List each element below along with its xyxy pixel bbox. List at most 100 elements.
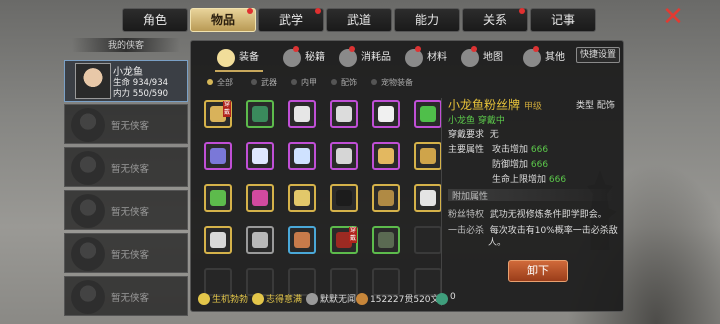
hero-slot-empty[interactable]: 暂无侠客 (64, 190, 188, 230)
hero-slot-empty[interactable]: 暂无侠客 (64, 147, 188, 187)
tab-relations[interactable]: 关系 (462, 8, 528, 32)
inventory-slot-empty[interactable] (414, 226, 442, 254)
hero-slot-empty[interactable]: 暂无侠客 (64, 104, 188, 144)
tab-abilities[interactable]: 能力 (394, 8, 460, 32)
inventory-item[interactable] (330, 142, 358, 170)
category-manuals[interactable]: 秘籍 (281, 46, 325, 68)
coin-icon (356, 293, 368, 305)
category-other[interactable]: 其他 (521, 46, 565, 68)
gourd-icon (420, 190, 436, 206)
special-text: 每次攻击有10%概率一击必杀敌 (489, 226, 618, 236)
inventory-item[interactable] (330, 184, 358, 212)
category-label: 地图 (483, 52, 503, 63)
inventory-item[interactable] (204, 184, 232, 212)
empty-avatar-icon (71, 237, 105, 271)
category-label: 装备 (239, 52, 259, 63)
tab-label: 关系 (482, 13, 507, 27)
type-value: 配饰 (596, 101, 615, 111)
inventory-item[interactable] (288, 142, 316, 170)
category-equipment[interactable]: 装备 (215, 48, 263, 72)
quick-settings-button[interactable]: 快捷设置 (576, 47, 620, 63)
inventory-item[interactable] (372, 226, 400, 254)
special-label: 一击必杀 (448, 226, 485, 236)
tab-label: 记事 (550, 13, 575, 27)
filter-accessory[interactable]: 配饰 (331, 77, 357, 88)
inventory-item[interactable] (288, 226, 316, 254)
category-label: 其他 (545, 52, 565, 63)
inventory-item[interactable] (414, 142, 442, 170)
filter-weapon[interactable]: 武器 (251, 77, 277, 88)
tab-label: 角色 (142, 13, 167, 27)
item-name: 小龙鱼粉丝牌 (448, 98, 521, 112)
close-icon[interactable]: ✕ (660, 4, 686, 30)
inventory-item[interactable] (372, 184, 400, 212)
extra-attr-header: 附加属性 (448, 189, 616, 202)
map-icon (461, 49, 479, 67)
manual-icon (283, 49, 301, 67)
orb-icon (210, 148, 226, 164)
inventory-item[interactable] (246, 184, 274, 212)
inventory-item[interactable] (204, 226, 232, 254)
category-materials[interactable]: 材料 (403, 46, 447, 68)
mood-icon (252, 293, 264, 305)
inventory-item[interactable]: 穿戴 (204, 100, 232, 128)
special-text: 武功无视修炼条件即学即会。 (489, 210, 607, 220)
filter-pet-gear[interactable]: 宠物装备 (371, 77, 413, 88)
tab-label: 物品 (210, 13, 235, 27)
box-icon (378, 148, 394, 164)
whip-icon (252, 190, 268, 206)
filter-armor[interactable]: 内甲 (291, 77, 317, 88)
inventory-item[interactable] (204, 142, 232, 170)
status-gems: 0 (436, 292, 456, 305)
type-label: 类型 (576, 101, 595, 111)
empty-slot-label: 暂无侠客 (111, 293, 150, 304)
tab-label: 武学 (278, 13, 303, 27)
leaf-icon (336, 148, 352, 164)
inventory-item[interactable] (414, 184, 442, 212)
hero-slot-empty[interactable]: 暂无侠客 (64, 276, 188, 316)
tab-journal[interactable]: 记事 (530, 8, 596, 32)
item-type: 类型 配饰 (576, 98, 615, 111)
divider (441, 98, 442, 306)
equipped-tag: 穿戴 (349, 227, 357, 243)
empty-avatar-icon (71, 194, 105, 228)
tab-martial-way[interactable]: 武道 (326, 8, 392, 32)
status-bar: 生机勃勃 志得意满 默默无闻 152227贯520文 0 (194, 292, 614, 308)
hero-slot-empty[interactable]: 暂无侠客 (64, 233, 188, 273)
tab-character[interactable]: 角色 (122, 8, 188, 32)
status-money: 152227贯520文 (356, 292, 440, 305)
status-label: 默默无闻 (320, 295, 357, 305)
armor-icon (252, 106, 268, 122)
item-owner: 小龙鱼 穿戴中 (448, 116, 505, 126)
inventory-item[interactable] (372, 100, 400, 128)
hero-list-panel: 我的侠客 小龙鱼 生命 934/934 内力 550/590 暂无侠客 暂无侠客… (64, 38, 188, 324)
inventory-item[interactable] (330, 100, 358, 128)
disc-icon (336, 106, 352, 122)
category-consumables[interactable]: 消耗品 (337, 46, 391, 68)
unequip-button[interactable]: 卸下 (508, 260, 568, 282)
tab-label: 武道 (346, 13, 371, 27)
inventory-item[interactable] (246, 100, 274, 128)
robe-icon (378, 232, 394, 248)
notification-dot (247, 8, 253, 14)
fan-icon (294, 232, 310, 248)
item-requirement: 穿戴要求 无 (448, 127, 499, 140)
inventory-item[interactable] (288, 184, 316, 212)
inventory-item[interactable]: 穿戴 (330, 226, 358, 254)
gourd-icon (210, 232, 226, 248)
category-label: 秘籍 (305, 52, 325, 63)
tab-martial-arts[interactable]: 武学 (258, 8, 324, 32)
inventory-item[interactable] (246, 142, 274, 170)
tab-items[interactable]: 物品 (190, 8, 256, 32)
inventory-item[interactable] (414, 100, 442, 128)
inventory-item[interactable] (288, 100, 316, 128)
inventory-item[interactable] (246, 226, 274, 254)
ring-icon (336, 190, 352, 206)
filter-all[interactable]: 全部 (207, 77, 233, 88)
inventory-item[interactable] (372, 142, 400, 170)
hero-card-selected[interactable]: 小龙鱼 生命 934/934 内力 550/590 (64, 60, 188, 102)
empty-avatar-icon (71, 108, 105, 142)
pearl-icon (252, 148, 268, 164)
other-icon (523, 49, 541, 67)
category-maps[interactable]: 地图 (459, 46, 503, 68)
